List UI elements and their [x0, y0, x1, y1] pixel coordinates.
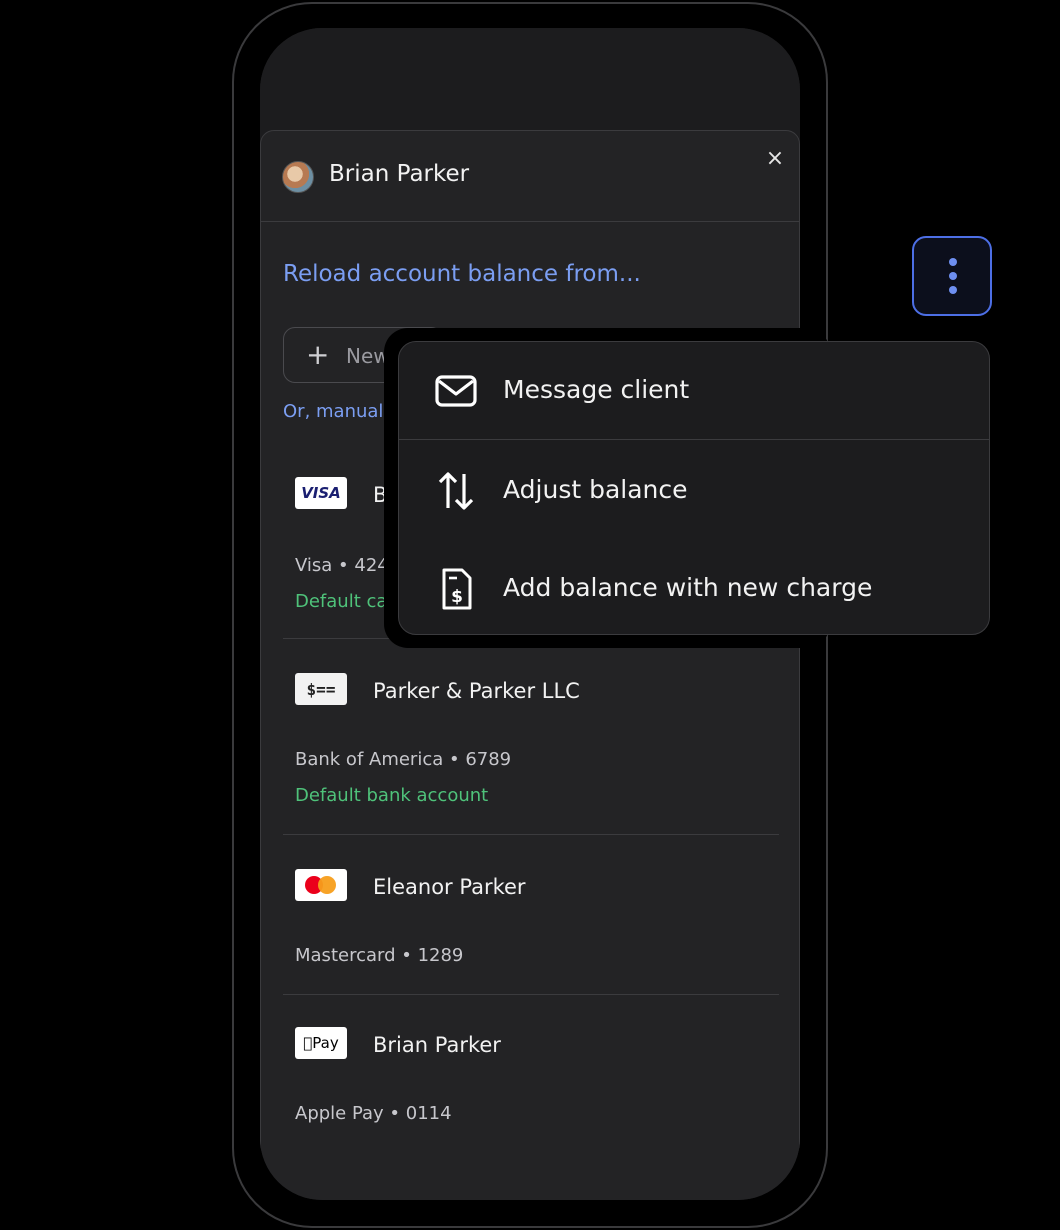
dot-icon — [949, 286, 957, 294]
list-item[interactable]: $== Parker & Parker LLC Bank of America … — [283, 639, 779, 835]
arrows-up-down-icon — [438, 472, 474, 510]
menu-item-label: Adjust balance — [503, 475, 688, 504]
menu-item-label: Add balance with new charge — [503, 573, 873, 602]
menu-item-label: Message client — [503, 375, 690, 404]
plus-icon: + — [306, 338, 330, 371]
apple-pay-logo-icon: Pay — [295, 1027, 347, 1059]
visa-logo-icon: VISA — [295, 477, 347, 509]
menu-item-message-client[interactable]: Message client — [399, 342, 989, 440]
payment-title: Brian Parker — [373, 1033, 501, 1057]
menu-item-add-balance-charge[interactable]: $ Add balance with new charge — [399, 540, 989, 638]
payment-subtitle: Apple Pay • 0114 — [295, 1103, 452, 1124]
menu-item-adjust-balance[interactable]: Adjust balance — [399, 442, 989, 540]
sheet-header: Brian Parker × — [261, 131, 799, 222]
mastercard-logo-icon — [295, 869, 347, 901]
default-badge: Default bank account — [295, 785, 489, 806]
actions-menu: Message client Adjust balance $ Add bala… — [398, 341, 990, 635]
invoice-dollar-icon: $ — [442, 568, 472, 610]
manual-link[interactable]: Or, manually — [283, 401, 399, 422]
payment-subtitle: Mastercard • 1289 — [295, 945, 464, 966]
check-logo-icon: $== — [295, 673, 347, 705]
client-sheet: Brian Parker × Reload account balance fr… — [260, 130, 800, 1200]
svg-text:$: $ — [451, 587, 463, 607]
payment-title: Eleanor Parker — [373, 875, 526, 899]
more-options-button[interactable] — [912, 236, 992, 316]
list-item[interactable]: Pay Brian Parker Apple Pay • 0114 — [283, 995, 779, 1145]
payment-title: Parker & Parker LLC — [373, 679, 580, 703]
screen-top-area — [260, 28, 800, 132]
list-item[interactable]: Eleanor Parker Mastercard • 1289 — [283, 835, 779, 995]
envelope-icon — [435, 375, 477, 407]
reload-title: Reload account balance from... — [283, 261, 641, 287]
close-icon[interactable]: × — [763, 147, 787, 171]
menu-divider — [399, 439, 989, 440]
client-name: Brian Parker — [329, 161, 470, 187]
avatar — [282, 161, 314, 193]
dot-icon — [949, 272, 957, 280]
payment-subtitle: Bank of America • 6789 — [295, 749, 512, 770]
dot-icon — [949, 258, 957, 266]
